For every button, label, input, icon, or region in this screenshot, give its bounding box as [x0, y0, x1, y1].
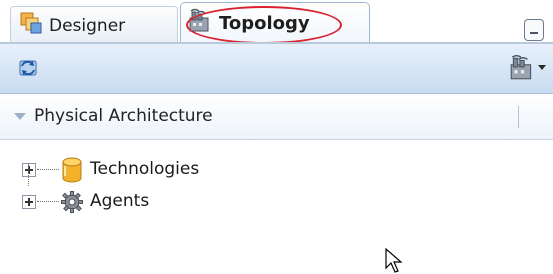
tree-node-technologies[interactable]: Technologies — [0, 155, 553, 185]
mouse-pointer-icon — [385, 247, 407, 274]
expand-icon[interactable] — [22, 195, 36, 209]
designer-icon — [19, 11, 43, 40]
tree-connector — [37, 169, 59, 170]
expand-icon[interactable] — [22, 163, 36, 177]
tree-node-label: Technologies — [90, 159, 200, 179]
section-title: Physical Architecture — [34, 106, 213, 126]
refresh-button[interactable] — [14, 54, 42, 82]
architecture-tree: Technologies Agents — [0, 141, 553, 274]
minimize-button[interactable] — [524, 19, 544, 41]
database-icon — [60, 157, 84, 183]
tab-designer-label: Designer — [49, 15, 126, 36]
tab-topology[interactable]: Topology — [180, 2, 370, 44]
toolbar — [0, 44, 553, 94]
collapse-triangle-icon[interactable] — [14, 113, 26, 120]
tree-vertical-connector — [28, 164, 29, 186]
tree-node-label: Agents — [90, 191, 150, 211]
section-divider — [518, 106, 519, 128]
section-header-physical-architecture[interactable]: Physical Architecture — [0, 94, 553, 140]
tab-strip: Designer Topology — [0, 0, 553, 44]
refresh-icon — [19, 60, 37, 76]
chevron-down-icon — [538, 65, 546, 70]
gear-icon — [60, 189, 84, 215]
tab-designer[interactable]: Designer — [10, 6, 178, 44]
tree-connector — [37, 201, 59, 202]
topology-menu-button[interactable] — [508, 54, 548, 84]
topology-icon — [510, 54, 532, 80]
tab-topology-label: Topology — [219, 13, 310, 34]
topology-icon — [187, 8, 213, 39]
tree-node-agents[interactable]: Agents — [0, 187, 553, 217]
